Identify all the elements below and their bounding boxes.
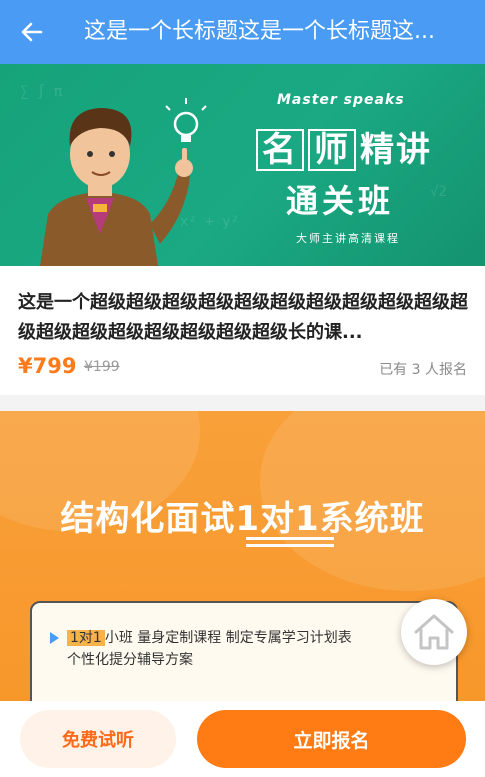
free-trial-button[interactable]: 免费试听 <box>20 710 176 768</box>
banner-headline: 名师精讲 <box>256 122 432 171</box>
course-original-price: ¥199 <box>84 359 120 375</box>
course-title[interactable]: 这是一个超级超级超级超级超级超级超级超级超级超级超级超级超级超级超级超级超级超级… <box>18 288 470 348</box>
banner-subtitle: 通关班 <box>286 182 395 220</box>
feature-row: 个性化提分辅导方案 <box>67 652 193 668</box>
course-banner-image[interactable]: ∑ ∫ π x² + y² √2 Master speaks 名师精讲 通关班 … <box>0 64 485 266</box>
feature-panel: 1对1 小班 量身定制课程 制定专属学习计划表 个性化提分辅导方案 <box>30 601 458 711</box>
banner-caption: 大师主讲高清课程 <box>296 232 400 245</box>
back-button[interactable] <box>18 18 46 46</box>
section-divider <box>0 395 485 411</box>
feature-row: 1对1 小班 量身定制课程 制定专属学习计划表 <box>50 627 352 649</box>
banner-headline: 结构化面试1对1系统班 <box>60 499 425 539</box>
play-triangle-icon <box>50 632 59 644</box>
page-title: 这是一个长标题这是一个长标题这... <box>84 19 435 44</box>
arrow-left-icon <box>21 22 43 42</box>
home-button[interactable] <box>401 599 467 665</box>
course-price: ¥799 <box>18 354 77 378</box>
underline-decoration <box>246 537 334 540</box>
chalk-decoration: √2 <box>430 184 447 200</box>
course-banner-image[interactable]: 结构化面试1对1系统班 1对1 小班 量身定制课程 制定专属学习计划表 个性化提分… <box>0 411 485 711</box>
bottom-action-bar: 免费试听 立即报名 <box>0 701 485 777</box>
enrolled-count: 已有 3 人报名 <box>379 362 467 378</box>
app-header: 这是一个长标题这是一个长标题这... <box>0 0 485 64</box>
lightbulb-icon <box>165 98 207 142</box>
teacher-illustration <box>40 98 207 266</box>
underline-decoration <box>246 544 334 547</box>
banner-tagline: Master speaks <box>277 92 405 108</box>
home-icon <box>414 614 454 650</box>
signup-button[interactable]: 立即报名 <box>197 710 466 768</box>
